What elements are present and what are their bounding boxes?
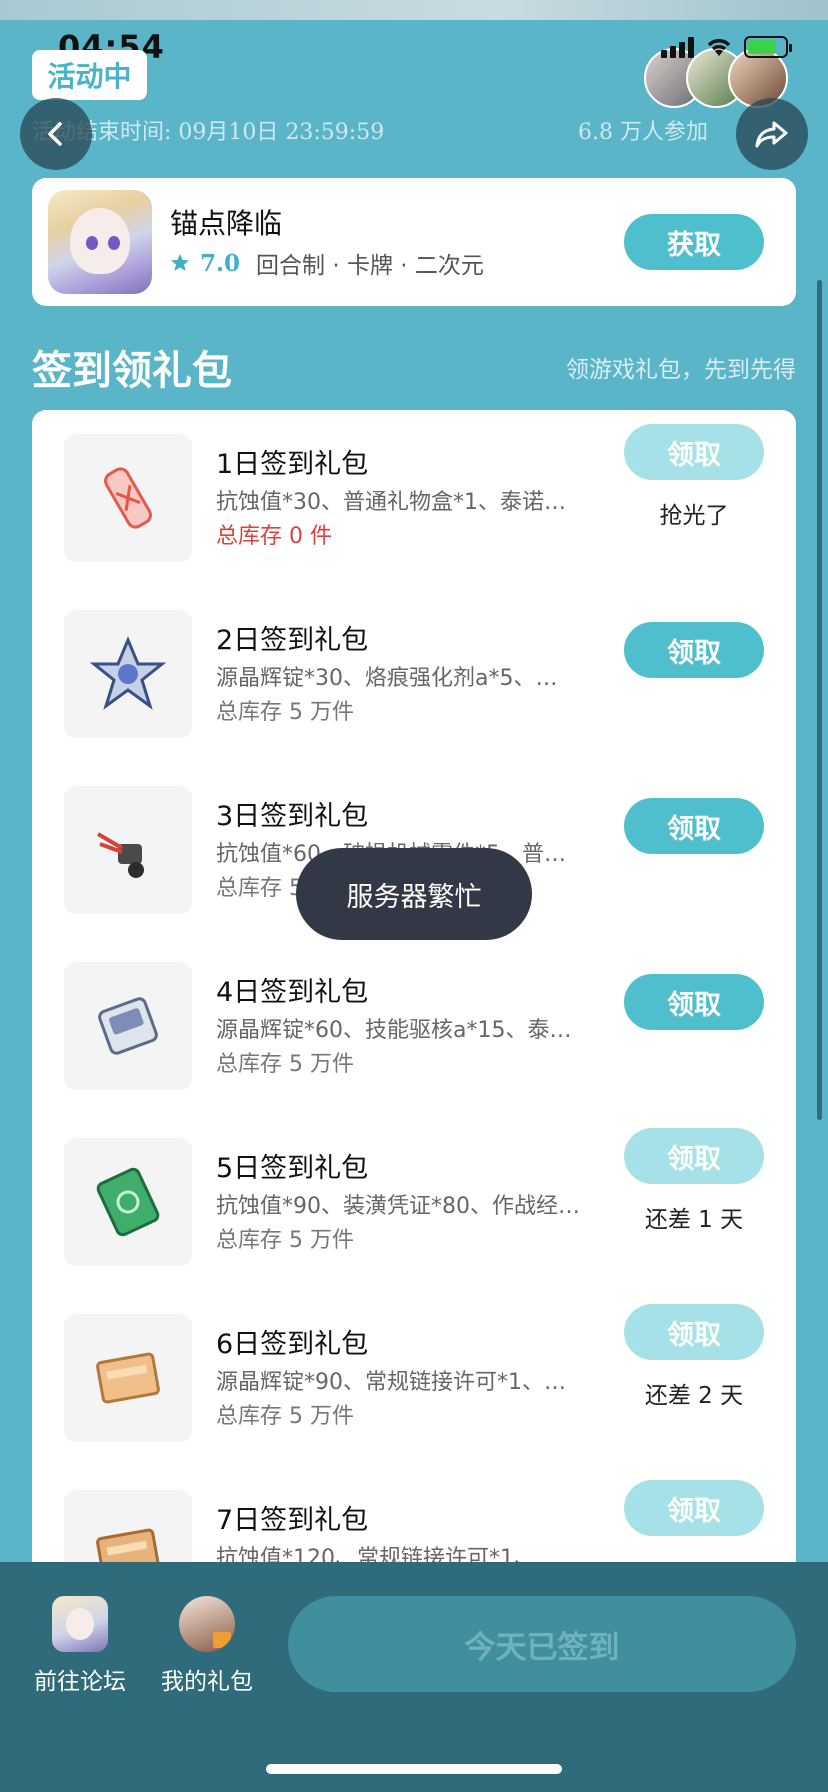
claim-button[interactable]: 领取 (624, 798, 764, 854)
cellular-signal-icon (661, 36, 694, 58)
forum-game-icon (52, 1596, 108, 1652)
gift-description: 源晶辉锭*30、烙痕强化剂a*5、… (216, 666, 558, 691)
list-item: 6日签到礼包 源晶辉锭*90、常规链接许可*1、… 总库存 5 万件 领取 还差… (32, 1290, 796, 1466)
gift-stock: 总库存 5 万件 (216, 1404, 354, 1429)
claim-status-note: 还差 2 天 (644, 1383, 744, 1409)
list-item: 5日签到礼包 抗蚀值*90、装潢凭证*80、作战经… 总库存 5 万件 领取 还… (32, 1114, 796, 1290)
game-rating: 7.0 (200, 249, 241, 277)
gift-title: 1日签到礼包 (216, 449, 369, 480)
home-indicator (266, 1764, 562, 1774)
section-subtitle: 领游戏礼包，先到先得 (566, 357, 796, 383)
gift-thumbnail (64, 786, 192, 914)
game-name: 锚点降临 (170, 207, 283, 240)
checkin-button[interactable]: 今天已签到 (288, 1596, 796, 1692)
gift-title: 5日签到礼包 (216, 1153, 369, 1184)
list-item: 2日签到礼包 源晶辉锭*30、烙痕强化剂a*5、… 总库存 5 万件 领取 (32, 586, 796, 762)
bottom-action-bar: 前往论坛 我的礼包 今天已签到 (0, 1562, 828, 1792)
my-gifts-link[interactable]: 我的礼包 (152, 1596, 262, 1696)
claim-button[interactable]: 领取 (624, 1304, 764, 1360)
my-gifts-label: 我的礼包 (161, 1669, 253, 1695)
claim-button[interactable]: 领取 (624, 622, 764, 678)
star-icon (171, 254, 189, 271)
gift-description: 抗蚀值*90、装潢凭证*80、作战经… (216, 1194, 580, 1219)
battery-icon (744, 36, 792, 58)
game-card[interactable]: 锚点降临 7.0 回合制 · 卡牌 · 二次元 获取 (32, 178, 796, 306)
get-game-button[interactable]: 获取 (624, 214, 764, 270)
claim-button[interactable]: 领取 (624, 1480, 764, 1536)
gift-title: 2日签到礼包 (216, 625, 369, 656)
section-title: 签到领礼包 (32, 348, 232, 394)
gift-description: 抗蚀值*30、普通礼物盒*1、泰诺… (216, 490, 566, 515)
gift-stock: 总库存 5 万件 (216, 1228, 354, 1253)
scrollbar[interactable] (817, 280, 822, 1120)
participant-count: 6.8 万人参加 (578, 120, 708, 145)
claim-button[interactable]: 领取 (624, 974, 764, 1030)
gift-stock: 总库存 5 万件 (216, 1052, 354, 1077)
game-icon (48, 190, 152, 294)
game-meta: 7.0 回合制 · 卡牌 · 二次元 (170, 246, 484, 280)
claim-status-note: 还差 1 天 (644, 1207, 744, 1233)
claim-status-note: 抢光了 (659, 503, 729, 529)
list-item: 1日签到礼包 抗蚀值*30、普通礼物盒*1、泰诺… 总库存 0 件 领取 抢光了 (32, 410, 796, 586)
share-button[interactable] (736, 98, 808, 170)
gift-title: 4日签到礼包 (216, 977, 369, 1008)
status-icons (661, 36, 792, 58)
gift-description: 源晶辉锭*60、技能驱核a*15、泰… (216, 1018, 572, 1043)
toast-message: 服务器繁忙 (296, 848, 532, 940)
gift-description: 源晶辉锭*90、常规链接许可*1、… (216, 1370, 566, 1395)
chevron-left-icon (48, 122, 62, 146)
claim-button[interactable]: 领取 (624, 424, 764, 480)
gift-title: 3日签到礼包 (216, 801, 369, 832)
activity-status-badge: 活动中 (32, 50, 147, 100)
banner-image (0, 0, 828, 20)
game-tags: 回合制 · 卡牌 · 二次元 (256, 253, 484, 279)
gift-thumbnail (64, 1314, 192, 1442)
gift-thumbnail (64, 1138, 192, 1266)
claim-button[interactable]: 领取 (624, 1128, 764, 1184)
back-button[interactable] (20, 98, 92, 170)
gift-stock: 总库存 5 万件 (216, 700, 354, 725)
share-icon (755, 121, 788, 148)
forum-label: 前往论坛 (34, 1669, 126, 1695)
list-item: 4日签到礼包 源晶辉锭*60、技能驱核a*15、泰… 总库存 5 万件 领取 (32, 938, 796, 1114)
gift-avatar-icon (179, 1596, 235, 1652)
gift-title: 6日签到礼包 (216, 1329, 369, 1360)
gift-thumbnail (64, 962, 192, 1090)
forum-link[interactable]: 前往论坛 (25, 1596, 135, 1696)
gift-list: 1日签到礼包 抗蚀值*30、普通礼物盒*1、泰诺… 总库存 0 件 领取 抢光了… (32, 410, 796, 1710)
wifi-icon (707, 39, 731, 56)
gift-thumbnail (64, 610, 192, 738)
gift-thumbnail (64, 434, 192, 562)
gift-stock: 总库存 0 件 (216, 524, 332, 549)
gift-title: 7日签到礼包 (216, 1505, 369, 1536)
